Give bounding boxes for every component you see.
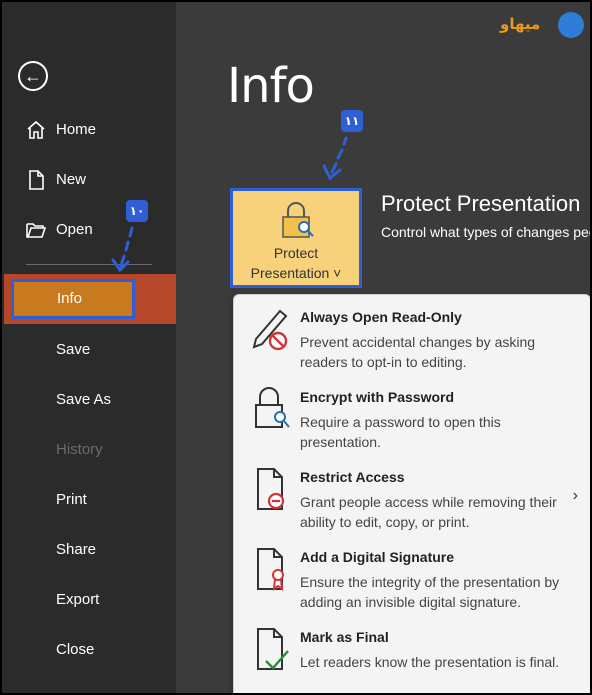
nav-open-label: Open — [56, 221, 93, 238]
section-title: Protect Presentation — [381, 191, 581, 216]
nav-home[interactable]: Home — [2, 108, 176, 152]
menu-item-restrict-access[interactable]: Restrict Access Grant people access whil… — [234, 457, 590, 537]
menu-item-description: Let readers know the presentation is fin… — [300, 654, 560, 670]
menu-item-description: Require a password to open this presenta… — [300, 414, 501, 450]
nav-new-label: New — [56, 171, 87, 188]
document-ribbon-icon — [257, 548, 284, 592]
open-folder-icon — [26, 223, 47, 238]
nav-history: History — [2, 428, 176, 472]
new-document-icon — [29, 170, 44, 190]
document-restrict-icon — [257, 468, 285, 510]
nav-save-label: Save — [56, 341, 91, 358]
arrow-left-circle-icon: ← — [24, 66, 42, 86]
menu-item-description: Prevent accidental changes by asking rea… — [300, 334, 536, 370]
menu-item-read-only[interactable]: Always Open Read-Only Prevent accidental… — [234, 297, 590, 377]
logo-text: میهاو — [500, 16, 541, 33]
menu-item-digital-signature[interactable]: Add a Digital Signature Ensure the integ… — [234, 537, 590, 617]
nav-save-as[interactable]: Save As — [2, 378, 176, 422]
protect-dropdown-menu: Always Open Read-Only Prevent accidental… — [233, 294, 590, 693]
menu-item-title: Add a Digital Signature — [300, 549, 455, 565]
protect-button-label: Protect — [273, 245, 319, 261]
lock-key-icon — [282, 202, 314, 238]
annotation-badge-10: ۱۰ — [126, 200, 148, 222]
nav-home-label: Home — [56, 121, 97, 138]
menu-item-mark-final[interactable]: Mark as Final Let readers know the prese… — [234, 617, 590, 693]
protect-button-label-2: Presentation ˅ — [250, 265, 342, 281]
annotation-arrow-icon — [322, 136, 348, 181]
document-check-icon — [257, 628, 289, 670]
menu-item-title: Restrict Access — [300, 469, 405, 485]
menu-item-title: Always Open Read-Only — [300, 309, 462, 325]
nav-save-as-label: Save As — [56, 391, 112, 408]
pencil-prohibited-icon — [252, 309, 288, 351]
nav-new[interactable]: New — [2, 158, 176, 202]
section-description: Control what types of changes people can… — [381, 224, 590, 240]
home-icon — [27, 120, 45, 139]
logo-mark-icon — [558, 12, 584, 38]
menu-item-title: Mark as Final — [300, 629, 389, 645]
nav-print[interactable]: Print — [2, 478, 176, 522]
menu-item-description: Grant people access while removing their… — [300, 494, 557, 530]
backstage-sidebar: ← Home New Open Info Save Save As Histor… — [2, 2, 176, 693]
lock-key-icon — [255, 387, 290, 428]
annotation-badge-11: ۱۱ — [341, 110, 363, 132]
menu-item-encrypt-password[interactable]: Encrypt with Password Require a password… — [234, 377, 590, 457]
chevron-right-icon: › — [572, 487, 578, 504]
nav-share-label: Share — [56, 541, 97, 558]
nav-share[interactable]: Share — [2, 528, 176, 572]
back-button[interactable]: ← — [18, 61, 48, 91]
nav-open[interactable]: Open — [2, 208, 176, 252]
nav-close[interactable]: Close — [2, 628, 176, 672]
menu-item-description: Ensure the integrity of the presentation… — [300, 574, 560, 610]
menu-item-title: Encrypt with Password — [300, 389, 455, 405]
protect-presentation-button[interactable]: Protect Presentation ˅ — [230, 188, 362, 288]
nav-save[interactable]: Save — [2, 328, 176, 372]
nav-export-label: Export — [56, 591, 100, 608]
window-frame: ← Home New Open Info Save Save As Histor… — [0, 0, 592, 695]
nav-close-label: Close — [56, 641, 95, 658]
nav-print-label: Print — [56, 491, 87, 508]
nav-history-label: History — [56, 441, 103, 458]
annotation-arrow-icon — [111, 226, 134, 273]
page-title: Info — [227, 58, 315, 114]
nav-export[interactable]: Export — [2, 578, 176, 622]
nav-info[interactable]: Info — [4, 274, 176, 324]
nav-info-label: Info — [11, 279, 135, 319]
site-logo: میهاو — [500, 10, 586, 40]
